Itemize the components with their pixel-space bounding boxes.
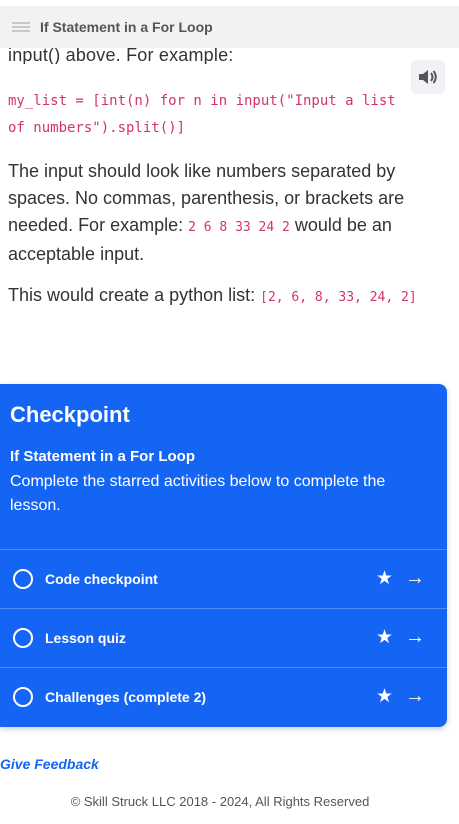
- activity-label: Lesson quiz: [45, 629, 126, 646]
- arrow-right-icon[interactable]: →: [405, 567, 425, 590]
- scrolled-text: input() above. For example:: [8, 48, 234, 64]
- footer-copyright: © Skill Struck LLC 2018 - 2024, All Righ…: [70, 794, 370, 809]
- activity-label: Code checkpoint: [45, 570, 158, 587]
- inline-code-example: 2 6 8 33 24 2: [188, 220, 290, 235]
- code-line-1: my_list = [int(n) for n in input("Input …: [8, 93, 396, 109]
- code-block: my_list = [int(n) for n in input("Input …: [8, 88, 448, 142]
- star-icon: ★: [375, 627, 393, 648]
- activity-code-checkpoint[interactable]: Code checkpoint ★ →: [0, 549, 447, 607]
- circle-icon: [13, 686, 33, 707]
- paragraph-input-format: The input should look like numbers separ…: [8, 158, 438, 268]
- give-feedback-link[interactable]: Give Feedback: [0, 756, 99, 772]
- paragraph-list-result: This would create a python list: [2, 6, …: [8, 282, 438, 311]
- activity-label: Challenges (complete 2): [45, 688, 207, 705]
- arrow-right-icon[interactable]: →: [405, 685, 425, 708]
- checkpoint-subtitle: If Statement in a For Loop: [10, 448, 196, 465]
- para2-text: This would create a python list:: [8, 285, 261, 305]
- star-icon: ★: [375, 568, 393, 589]
- checkpoint-heading: Checkpoint: [10, 402, 130, 427]
- code-line-2: of numbers").split()]: [8, 120, 186, 136]
- circle-icon: [13, 568, 33, 589]
- lesson-header: If Statement in a For Loop: [0, 6, 459, 48]
- drag-handle-icon[interactable]: [12, 22, 30, 32]
- checkpoint-description: Complete the starred activities below to…: [10, 473, 386, 514]
- activity-lesson-quiz[interactable]: Lesson quiz ★ →: [0, 608, 447, 666]
- arrow-right-icon[interactable]: →: [405, 626, 425, 649]
- activity-challenges[interactable]: Challenges (complete 2) ★ →: [0, 667, 447, 725]
- checkpoint-card: Checkpoint If Statement in a For Loop Co…: [0, 384, 447, 727]
- speaker-icon: [419, 70, 437, 84]
- inline-code-list: [2, 6, 8, 33, 24, 2]: [260, 290, 417, 305]
- star-icon: ★: [375, 686, 393, 707]
- cut-text-wrapper: input() above. For example:: [0, 48, 410, 64]
- circle-icon: [13, 627, 33, 648]
- lesson-title: If Statement in a For Loop: [40, 19, 213, 35]
